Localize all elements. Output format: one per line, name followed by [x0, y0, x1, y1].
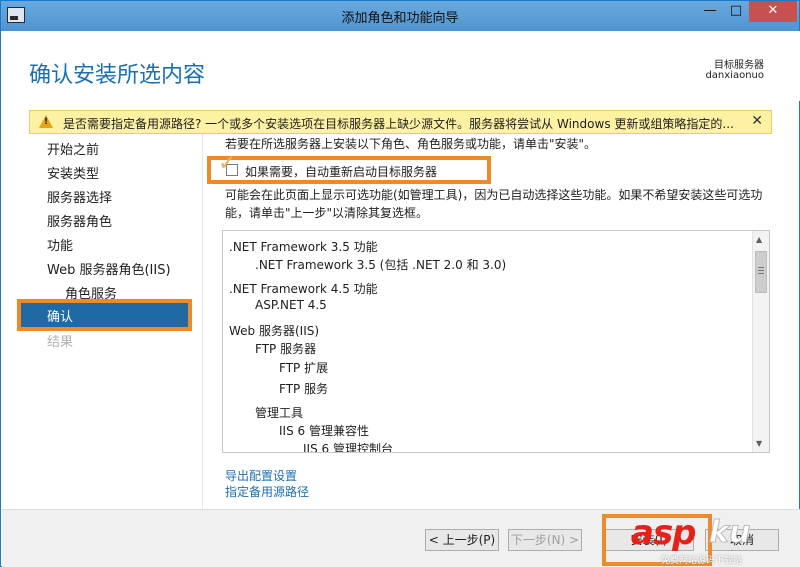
nav-divider [202, 134, 203, 509]
nav-step-confirmation[interactable]: 确认 [47, 306, 73, 325]
nav-step-server-roles[interactable]: 服务器角色 [47, 211, 112, 230]
optional-features-note-line1: 可能会在此页面上显示可选功能(如管理工具)，因为已自动选择这些功能。如果不希望安… [225, 188, 763, 202]
feature-item: Web 服务器(IIS) [229, 324, 320, 338]
scroll-down-arrow-icon[interactable]: ▼ [756, 439, 762, 448]
checkmark-icon: ✓ [218, 151, 237, 176]
feature-item: FTP 扩展 [279, 361, 329, 375]
feature-item: FTP 服务 [279, 382, 329, 396]
previous-button[interactable]: < 上一步(P) [425, 529, 499, 551]
dismiss-warning-button[interactable]: ✕ [751, 113, 763, 129]
grip-icon [758, 267, 764, 268]
optional-features-note-line2: 能，请单击"上一步"以清除其复选框。 [225, 206, 429, 220]
scroll-up-arrow-icon[interactable]: ▲ [756, 235, 762, 244]
close-window-button[interactable]: ✕ [749, 1, 797, 22]
watermark-ku-text: ku [708, 515, 751, 551]
source-path-warning-bar: 是否需要指定备用源路径? 一个或多个安装选项在目标服务器上缺少源文件。服务器将尝… [29, 110, 772, 134]
feature-list-scrollbar[interactable]: ▲ ▼ [752, 231, 769, 452]
nav-step-role-services[interactable]: 角色服务 [65, 283, 117, 302]
warning-icon [39, 115, 53, 128]
feature-item: FTP 服务器 [255, 342, 317, 356]
window-title: 添加角色和功能向导 [341, 11, 459, 26]
nav-step-server-selection[interactable]: 服务器选择 [47, 187, 112, 206]
export-config-link[interactable]: 导出配置设置 [225, 467, 297, 484]
target-server-name: danxiaonuo [705, 70, 764, 81]
auto-restart-label[interactable]: 如果需要，自动重新启动目标服务器 [245, 163, 437, 180]
feature-item: .NET Framework 3.5 功能 [229, 240, 378, 254]
next-button: 下一步(N) > [508, 529, 582, 551]
install-intro-text: 若要在所选服务器上安装以下角色、角色服务或功能，请单击"安装"。 [225, 137, 597, 151]
alt-source-path-link[interactable]: 指定备用源路径 [225, 483, 309, 500]
wizard-header: 确认安装所选内容 目标服务器 danxiaonuo [2, 31, 800, 101]
page-title: 确认安装所选内容 [29, 63, 206, 88]
nav-step-installation-type[interactable]: 安装类型 [47, 163, 99, 182]
site-watermark-logo: asp ku 免费网站源码下载站 [631, 513, 800, 567]
minimize-button[interactable]: — [697, 1, 723, 22]
selected-features-list[interactable]: .NET Framework 3.5 功能 .NET Framework 3.5… [222, 230, 770, 453]
scrollbar-thumb[interactable] [755, 251, 767, 293]
title-bar: 添加角色和功能向导 — □ ✕ [1, 1, 799, 31]
target-server-label: 目标服务器 [714, 60, 764, 71]
feature-item: IIS 6 管理兼容性 [279, 424, 369, 438]
feature-item: 管理工具 [255, 406, 304, 420]
feature-item: .NET Framework 4.5 功能 [229, 282, 378, 296]
nav-step-web-server-role[interactable]: Web 服务器角色(IIS) [47, 259, 171, 278]
feature-item: ASP.NET 4.5 [255, 298, 327, 312]
wizard-window: 添加角色和功能向导 — □ ✕ 确认安装所选内容 目标服务器 danxiaonu… [0, 0, 800, 567]
warning-text: 是否需要指定备用源路径? 一个或多个安装选项在目标服务器上缺少源文件。服务器将尝… [63, 117, 734, 131]
feature-item: IIS 6 管理控制台 [303, 442, 393, 453]
watermark-subtitle: 免费网站源码下载站 [661, 556, 743, 566]
nav-step-before-you-begin[interactable]: 开始之前 [47, 139, 99, 158]
feature-item: .NET Framework 3.5 (包括 .NET 2.0 和 3.0) [255, 258, 507, 272]
watermark-asp-text: asp [631, 513, 697, 553]
nav-step-features[interactable]: 功能 [47, 235, 73, 254]
maximize-button[interactable]: □ [723, 1, 749, 22]
nav-step-results: 结果 [47, 335, 74, 350]
